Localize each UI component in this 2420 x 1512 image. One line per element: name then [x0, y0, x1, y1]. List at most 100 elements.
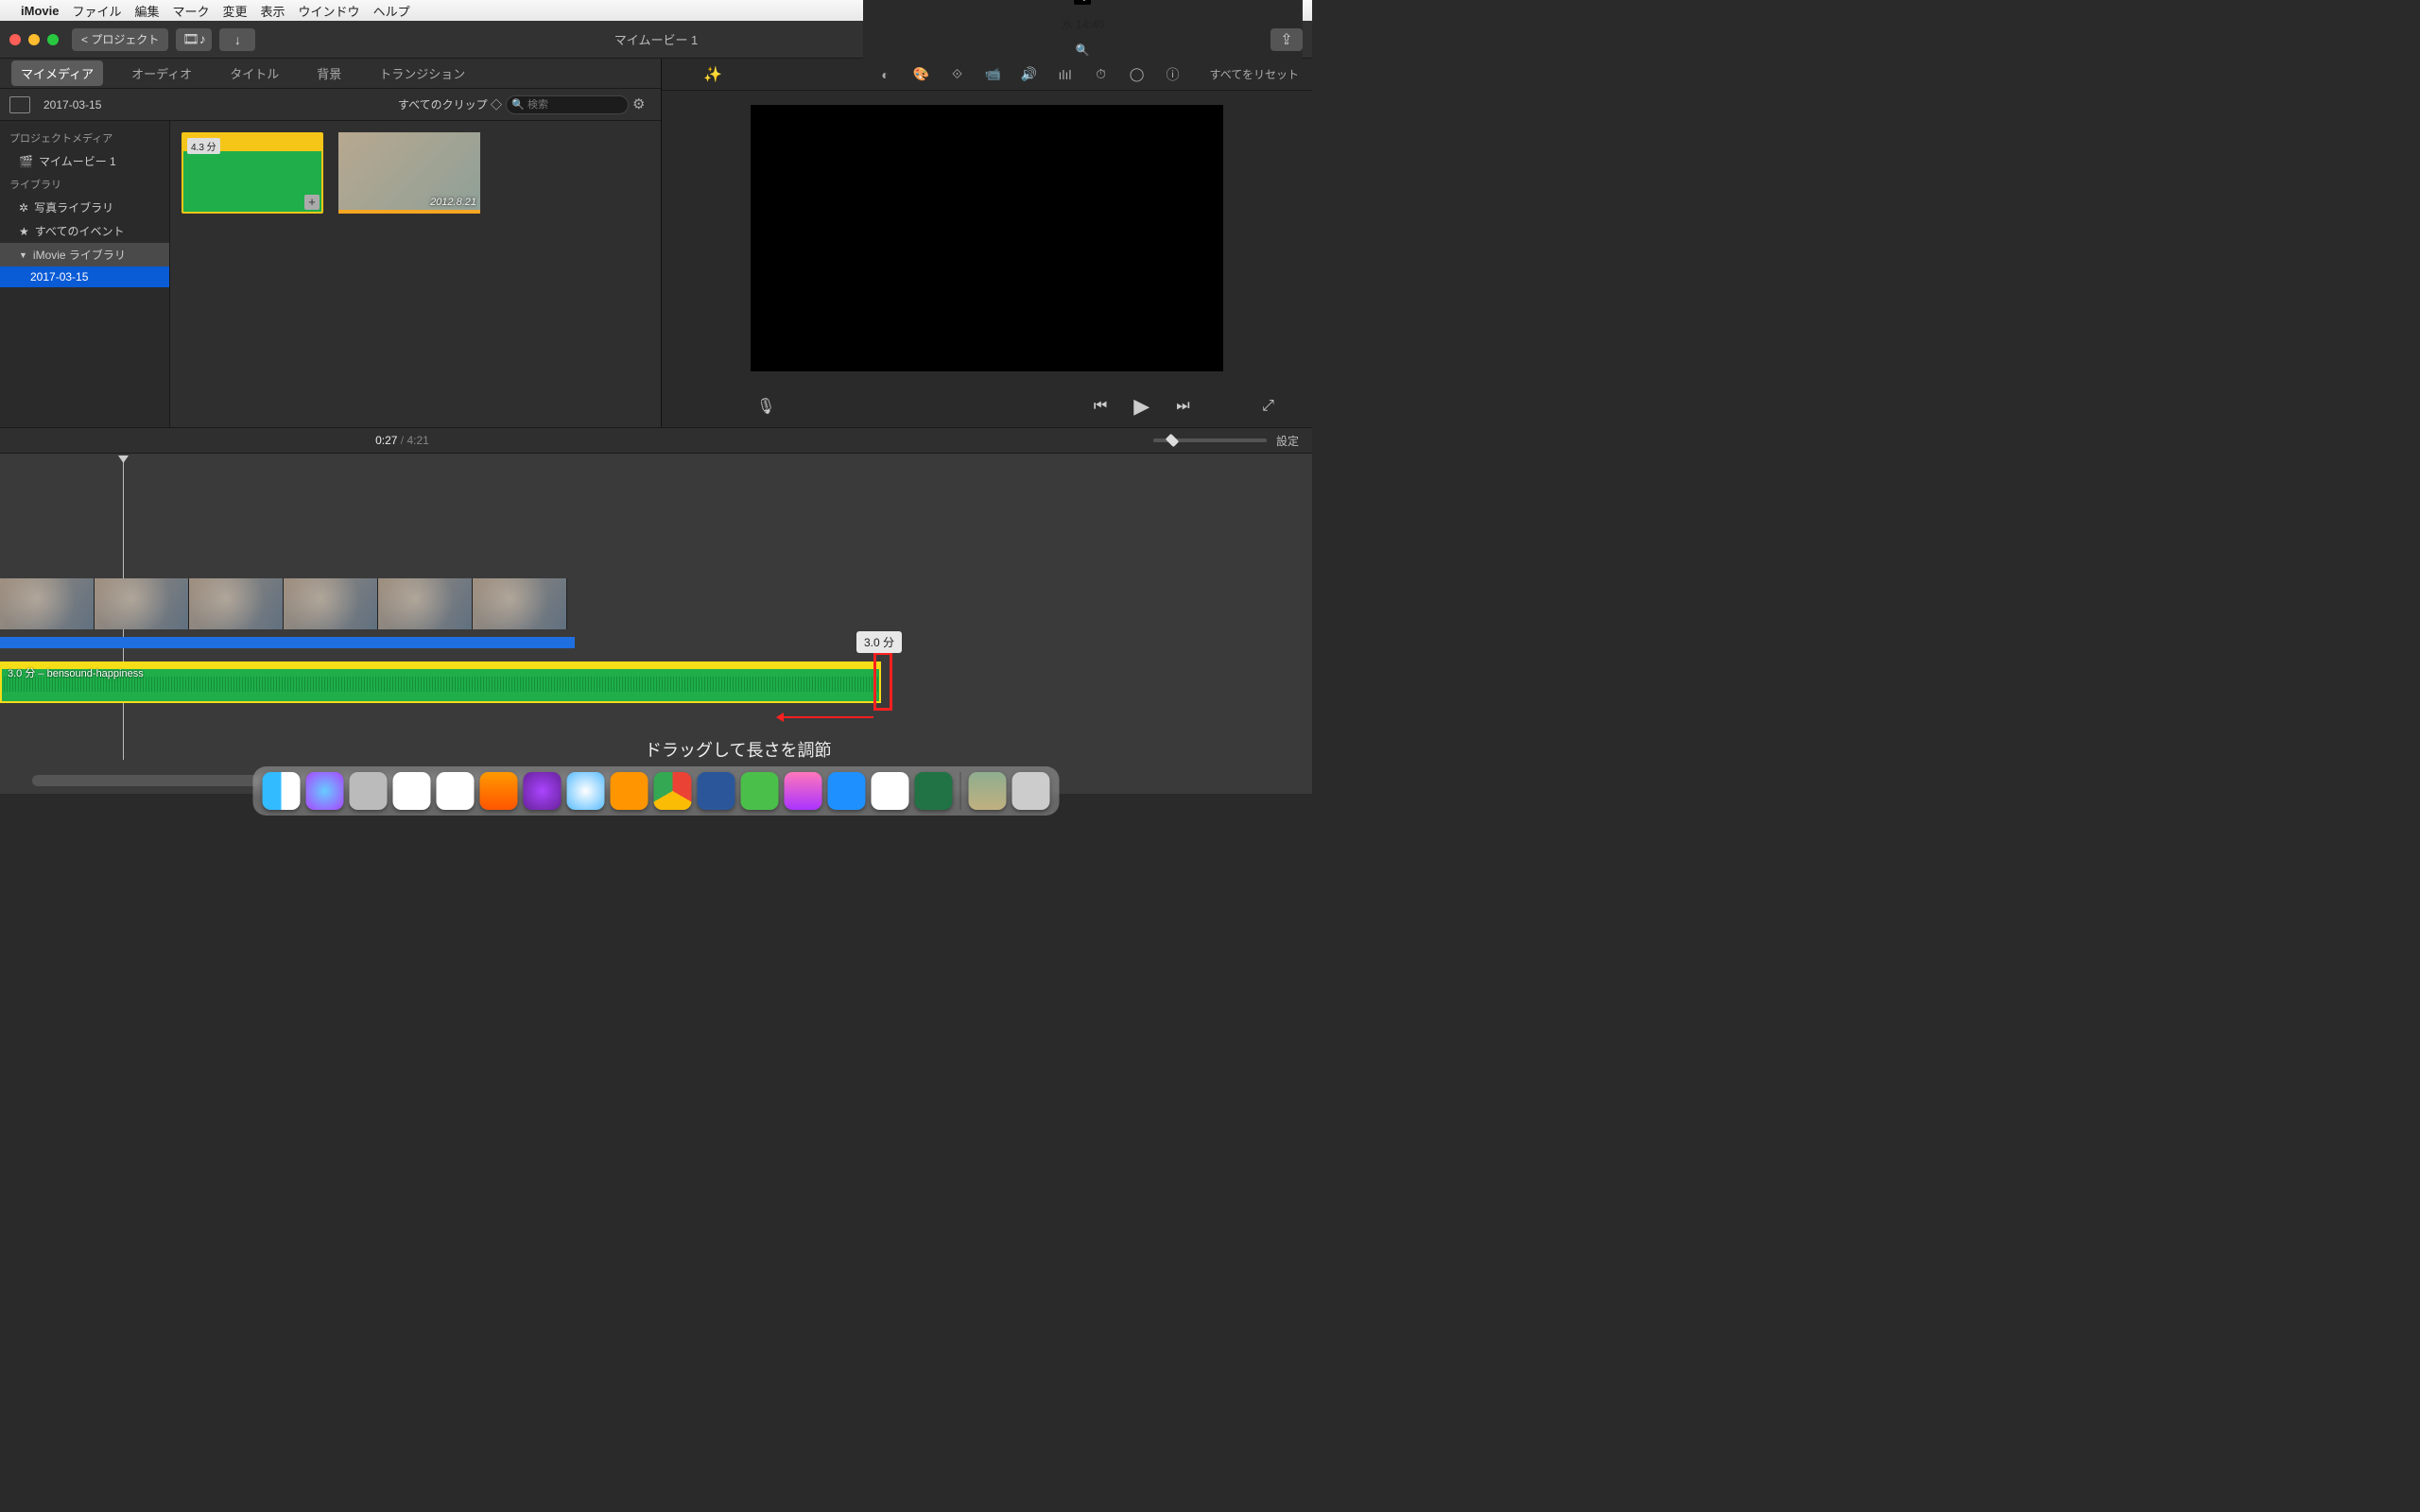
media-tabs: マイメディア オーディオ タイトル 背景 トランジション: [0, 59, 661, 89]
volume-icon[interactable]: 🔊: [1021, 66, 1038, 82]
next-button[interactable]: ⏭: [1176, 398, 1189, 415]
timecode: 0:27 / 4:21: [375, 434, 429, 447]
dock-launchpad-icon[interactable]: [350, 772, 388, 810]
back-projects-button[interactable]: < プロジェクト: [72, 28, 168, 51]
dock-appstore-icon[interactable]: [828, 772, 866, 810]
menu-help[interactable]: ヘルプ: [373, 2, 410, 20]
library-toolbar: 2017-03-15 すべてのクリップ ◇ 🔍 ⚙: [0, 89, 661, 121]
dock-reminders-icon[interactable]: [437, 772, 475, 810]
video-clip-bar[interactable]: [0, 637, 575, 648]
dock-safari-icon[interactable]: [567, 772, 605, 810]
share-button[interactable]: ⇪: [1270, 28, 1303, 51]
annotation-text: ドラッグして長さを調節: [645, 737, 831, 762]
zoom-thumb[interactable]: [1166, 434, 1179, 447]
sidebar-imovie-library[interactable]: ▼iMovie ライブラリ: [0, 243, 169, 266]
dock-image-icon[interactable]: [969, 772, 1007, 810]
disclosure-triangle-icon[interactable]: ▼: [19, 250, 27, 260]
window-title: マイムービー 1: [614, 30, 699, 48]
reset-all-button[interactable]: すべてをリセット: [1210, 66, 1299, 82]
video-frame[interactable]: [95, 578, 189, 629]
dock-excel-icon[interactable]: [915, 772, 953, 810]
clip-date-overlay: 2012.8.21: [430, 197, 476, 208]
equalizer-icon[interactable]: ılıl: [1057, 67, 1074, 82]
sidebar-section-library: ライブラリ: [0, 173, 169, 196]
clapper-icon: 🎬: [19, 155, 33, 168]
preview-viewer: [662, 91, 1312, 386]
menu-file[interactable]: ファイル: [72, 2, 121, 20]
dock-finder-icon[interactable]: [263, 772, 301, 810]
video-track[interactable]: [0, 578, 567, 639]
menu-view[interactable]: 表示: [261, 2, 285, 20]
prev-button[interactable]: ⏮: [1094, 398, 1107, 415]
fullscreen-icon[interactable]: ⤢: [1262, 398, 1293, 415]
zoom-slider[interactable]: [1153, 438, 1267, 442]
gear-icon[interactable]: ⚙: [632, 95, 651, 114]
ime-indicator[interactable]: あ: [1074, 0, 1091, 5]
library-sidebar: プロジェクトメディア 🎬マイムービー 1 ライブラリ ✲写真ライブラリ ★すべて…: [0, 121, 170, 427]
crop-icon[interactable]: ⟐: [949, 66, 966, 82]
zoom-button[interactable]: [47, 34, 59, 45]
dock-siri-icon[interactable]: [306, 772, 344, 810]
sidebar-all-events[interactable]: ★すべてのイベント: [0, 219, 169, 243]
timeline[interactable]: 3.0 分 – bensound-happiness 3.0 分 ドラッグして長…: [0, 454, 1312, 794]
dock-trash-icon[interactable]: [1012, 772, 1050, 810]
tab-audio[interactable]: オーディオ: [122, 60, 201, 86]
magic-wand-icon[interactable]: ✨: [675, 65, 703, 84]
sidebar-photo-library[interactable]: ✲写真ライブラリ: [0, 196, 169, 219]
sidebar-event-item[interactable]: 2017-03-15: [0, 266, 169, 287]
dock-line-icon[interactable]: [741, 772, 779, 810]
dock-imovie-icon[interactable]: [524, 772, 562, 810]
app-name[interactable]: iMovie: [21, 4, 59, 18]
preview-canvas[interactable]: [751, 105, 1223, 371]
dock-itunes-icon[interactable]: [785, 772, 822, 810]
sidebar-project-item[interactable]: 🎬マイムービー 1: [0, 149, 169, 173]
speed-icon[interactable]: ⏱: [1093, 66, 1110, 82]
tab-titles[interactable]: タイトル: [220, 60, 288, 86]
color-correction-icon[interactable]: 🎨: [913, 66, 930, 82]
download-button[interactable]: ↓: [219, 28, 255, 51]
clip-duration-badge: 4.3 分: [187, 138, 220, 154]
dock-firefox-icon[interactable]: [611, 772, 648, 810]
video-frame[interactable]: [378, 578, 473, 629]
dock-slack-icon[interactable]: [872, 772, 909, 810]
video-frame[interactable]: [473, 578, 567, 629]
add-clip-button[interactable]: +: [304, 195, 320, 210]
video-clip-thumbnail[interactable]: 2012.8.21: [338, 132, 480, 214]
video-frame[interactable]: [189, 578, 284, 629]
dock-calendar-icon[interactable]: [393, 772, 431, 810]
menu-edit[interactable]: 編集: [134, 2, 159, 20]
menu-modify[interactable]: 変更: [223, 2, 248, 20]
traffic-lights: [9, 34, 59, 45]
tab-backgrounds[interactable]: 背景: [307, 60, 351, 86]
tab-my-media[interactable]: マイメディア: [11, 60, 103, 86]
close-button[interactable]: [9, 34, 21, 45]
spotlight-icon[interactable]: 🔍: [1076, 43, 1090, 57]
audio-clip-thumbnail[interactable]: 4.3 分 +: [182, 132, 323, 214]
timeline-header: 0:27 / 4:21 設定: [0, 427, 1312, 454]
tab-transitions[interactable]: トランジション: [370, 60, 475, 86]
play-button[interactable]: ▶: [1133, 394, 1150, 419]
library-import-button[interactable]: 🎞♪: [176, 28, 212, 51]
menu-window[interactable]: ウインドウ: [299, 2, 360, 20]
voiceover-mic-icon[interactable]: 🎙: [681, 397, 775, 416]
dock-vlc-icon[interactable]: [480, 772, 518, 810]
dock-chrome-icon[interactable]: [654, 772, 692, 810]
dock-word-icon[interactable]: [698, 772, 735, 810]
filter-icon[interactable]: ◯: [1129, 66, 1146, 82]
audio-track[interactable]: 3.0 分 – bensound-happiness: [0, 662, 881, 703]
menu-mark[interactable]: マーク: [173, 2, 210, 20]
video-frame[interactable]: [0, 578, 95, 629]
clock[interactable]: 水 14:40: [1062, 16, 1104, 32]
clip-trim-handle[interactable]: [873, 652, 892, 711]
annotation-arrow: [779, 716, 873, 718]
stabilize-icon[interactable]: 📹: [985, 66, 1002, 82]
layout-toggle-icon[interactable]: [9, 96, 30, 113]
color-balance-icon[interactable]: ◐: [877, 67, 894, 82]
clip-filter-dropdown[interactable]: すべてのクリップ ◇: [398, 96, 502, 112]
sidebar-section-project: プロジェクトメディア: [0, 127, 169, 149]
macos-menubar: iMovie ファイル 編集 マーク 変更 表示 ウインドウ ヘルプ ◦◦◦ ▭…: [0, 0, 1312, 21]
timeline-settings-button[interactable]: 設定: [1276, 433, 1299, 449]
info-icon[interactable]: ⓘ: [1165, 65, 1182, 84]
minimize-button[interactable]: [28, 34, 40, 45]
video-frame[interactable]: [284, 578, 378, 629]
